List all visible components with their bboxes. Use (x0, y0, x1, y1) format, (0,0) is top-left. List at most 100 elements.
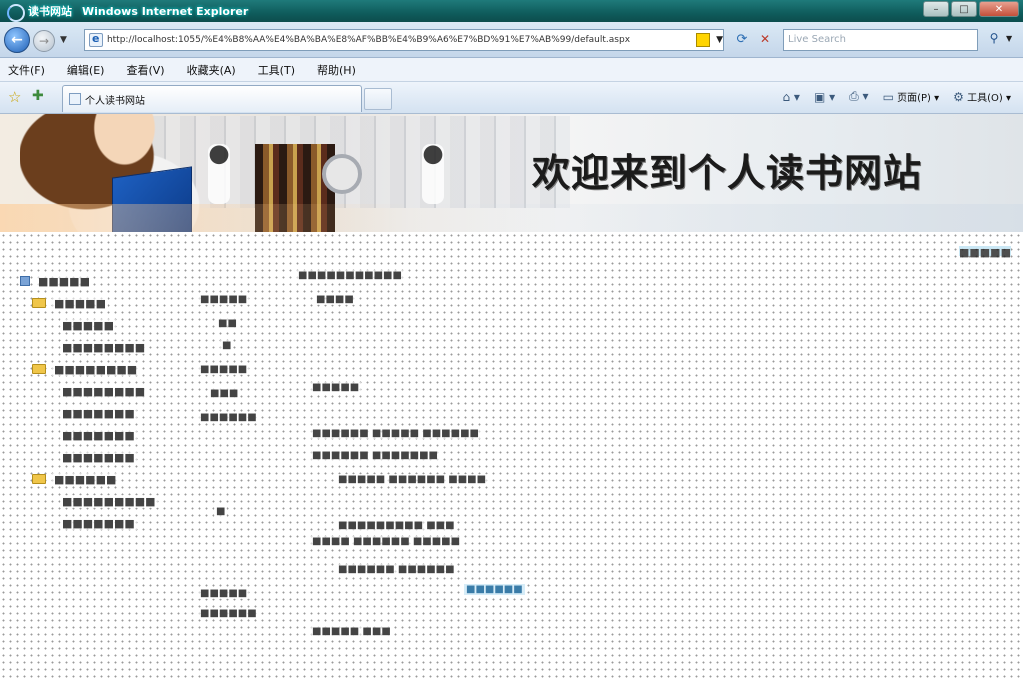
search-icon[interactable]: ⚲ (984, 31, 1004, 49)
tab-active[interactable]: 个人读书网站 (62, 85, 362, 112)
feeds-icon[interactable]: ▣ ▾ (814, 90, 835, 104)
search-dropdown-icon[interactable]: ▼ (1006, 34, 1012, 43)
top-link[interactable]: ■■■■■ (959, 246, 1011, 259)
print-icon[interactable]: ⎙ ▾ (849, 89, 868, 104)
content-line: ■■■■■■ ■■■■■ ■■■■■■ (310, 428, 481, 439)
menu-edit[interactable]: 编辑(E) (67, 62, 105, 78)
window-controls: – □ ✕ (923, 1, 1019, 17)
menu-favorites[interactable]: 收藏夹(A) (187, 62, 236, 78)
folder-icon (32, 364, 46, 374)
home-icon[interactable]: ⌂ ▾ (782, 90, 799, 104)
content-line: ■■■■ (314, 294, 356, 305)
middle-item: ■■■■■■ (198, 608, 259, 619)
page-body: ■■■■■ ■■■■■ ■■■■■ ■■■■■ ■■■■■■■■ ■■■■■■■… (0, 232, 1023, 681)
middle-item: ■ (220, 340, 234, 351)
tree-item[interactable]: ■■■■■■■■ (20, 336, 190, 358)
menu-bar: 文件(F) 编辑(E) 查看(V) 收藏夹(A) 工具(T) 帮助(H) (0, 58, 1023, 82)
banner-person-image (422, 144, 444, 204)
middle-item: ■■■■■ (198, 588, 250, 599)
content-heading: ■■■■■■■■■■■ (296, 270, 404, 281)
content-line: ■■■■■ ■■■■■■ ■■■■ (336, 474, 489, 485)
content-line: ■■■■■ ■■■ (310, 626, 393, 637)
tree-item[interactable]: ■■■■■ (20, 314, 190, 336)
tree-label: ■■■■■■■■ (60, 340, 148, 354)
add-favorites-icon[interactable]: ✚ (32, 88, 44, 104)
content-line: ■■■■■■ ■■■■■■ (336, 564, 457, 575)
new-tab-button[interactable] (364, 88, 392, 110)
tree-label: ■■■■■■■■■ (60, 494, 158, 508)
tree-label: ■■■■■■■■ (52, 362, 140, 376)
tab-toolbar: ☆ ✚ 个人读书网站 ⌂ ▾ ▣ ▾ ⎙ ▾ ▭ 页面(P) ▾ ⚙ 工具(O)… (0, 82, 1023, 114)
forward-button[interactable]: → (33, 30, 55, 52)
tree-item[interactable]: ■■■■■■■ (20, 446, 190, 468)
window-title-app: Windows Internet Explorer (82, 5, 249, 18)
tree-label: ■■■■■■■ (60, 450, 137, 464)
middle-item: ■■■■■ (198, 294, 250, 305)
tree-label: ■■■■■■■ (60, 516, 137, 530)
gear-icon: ⚙ (953, 90, 964, 104)
compatibility-icon[interactable] (696, 33, 711, 47)
tree-label: ■■■■■■■■ (60, 384, 148, 398)
maximize-button[interactable]: □ (951, 1, 977, 17)
address-url[interactable]: http://localhost:1055/%E4%B8%AA%E4%BA%BA… (107, 35, 694, 45)
middle-item: ■ (214, 506, 228, 517)
content-line: ■■■■■ (310, 382, 362, 393)
tree-label: ■■■■■ (36, 274, 92, 288)
tab-page-icon (69, 93, 81, 105)
tools-menu-label: 工具(O) (967, 93, 1003, 104)
menu-view[interactable]: 查看(V) (126, 62, 164, 78)
tree-folder[interactable]: ■■■■■ (20, 292, 190, 314)
tree-root[interactable]: ■■■■■ (20, 270, 190, 292)
tree-root-icon (20, 276, 30, 286)
tree-label: ■■■■■■■ (60, 428, 137, 442)
address-toolbar: ← → ▼ http://localhost:1055/%E4%B8%AA%E4… (0, 22, 1023, 58)
tree-folder[interactable]: ■■■■■■■■ (20, 358, 190, 380)
nav-tree: ■■■■■ ■■■■■ ■■■■■ ■■■■■■■■ ■■■■■■■■ ■■■■… (20, 270, 190, 534)
middle-item: ■■■■■■ (198, 412, 259, 423)
tree-item[interactable]: ■■■■■■■■■ (20, 490, 190, 512)
menu-tools[interactable]: 工具(T) (258, 62, 295, 78)
search-input[interactable]: Live Search (783, 29, 978, 51)
command-bar: ⌂ ▾ ▣ ▾ ⎙ ▾ ▭ 页面(P) ▾ ⚙ 工具(O) ▾ (782, 89, 1011, 104)
middle-item: ■■■ (208, 388, 241, 399)
page-menu-icon: ▭ (882, 90, 894, 104)
tree-item[interactable]: ■■■■■■■ (20, 424, 190, 446)
stop-icon[interactable]: ✕ (756, 32, 774, 50)
window-title-site: 读书网站 (28, 5, 72, 18)
favorites-star-icon[interactable]: ☆ (8, 88, 21, 106)
menu-file[interactable]: 文件(F) (8, 62, 45, 78)
site-banner: 欢迎来到个人读书网站 (0, 114, 1023, 232)
page-content: 欢迎来到个人读书网站 ■■■■■ ■■■■■ ■■■■■ ■■■■■ ■■■■■… (0, 114, 1023, 681)
tools-menu-button[interactable]: ⚙ 工具(O) ▾ (953, 89, 1011, 104)
menu-help[interactable]: 帮助(H) (317, 62, 356, 78)
banner-strip (0, 204, 1023, 232)
address-bar[interactable]: http://localhost:1055/%E4%B8%AA%E4%BA%BA… (84, 29, 724, 51)
tree-folder[interactable]: ■■■■■■ (20, 468, 190, 490)
window-title: 读书网站 Windows Internet Explorer (28, 3, 248, 19)
folder-icon (32, 298, 46, 308)
tree-item[interactable]: ■■■■■■■ (20, 512, 190, 534)
back-button[interactable]: ← (4, 27, 30, 53)
tab-title: 个人读书网站 (85, 95, 145, 107)
page-menu-button[interactable]: ▭ 页面(P) ▾ (883, 89, 940, 104)
page-icon (89, 32, 103, 47)
banner-headline: 欢迎来到个人读书网站 (532, 151, 923, 195)
tree-item[interactable]: ■■■■■■■ (20, 402, 190, 424)
tree-label: ■■■■■■■ (60, 406, 137, 420)
close-button[interactable]: ✕ (979, 1, 1019, 17)
page-menu-label: 页面(P) (897, 93, 931, 104)
recent-pages-dropdown-icon[interactable]: ▼ (60, 35, 67, 45)
content-line: ■■■■■■■■■ ■■■ (336, 520, 457, 531)
minimize-button[interactable]: – (923, 1, 949, 17)
middle-item: ■■■■■ (198, 364, 250, 375)
tree-item[interactable]: ■■■■■■■■ (20, 380, 190, 402)
tree-label: ■■■■■ (52, 296, 108, 310)
window-titlebar: 读书网站 Windows Internet Explorer – □ ✕ (0, 0, 1023, 22)
content-line: ■■■■ ■■■■■■ ■■■■■ (310, 536, 463, 547)
content-line: ■■■■■■ ■■■■■■■ (310, 450, 441, 461)
content-link[interactable]: ■■■■■■ (464, 584, 525, 595)
address-dropdown-icon[interactable]: ▼ (716, 35, 723, 45)
tree-label: ■■■■■■ (52, 472, 119, 486)
refresh-icon[interactable]: ⟳ (733, 32, 751, 50)
ie-logo-icon (6, 3, 25, 22)
